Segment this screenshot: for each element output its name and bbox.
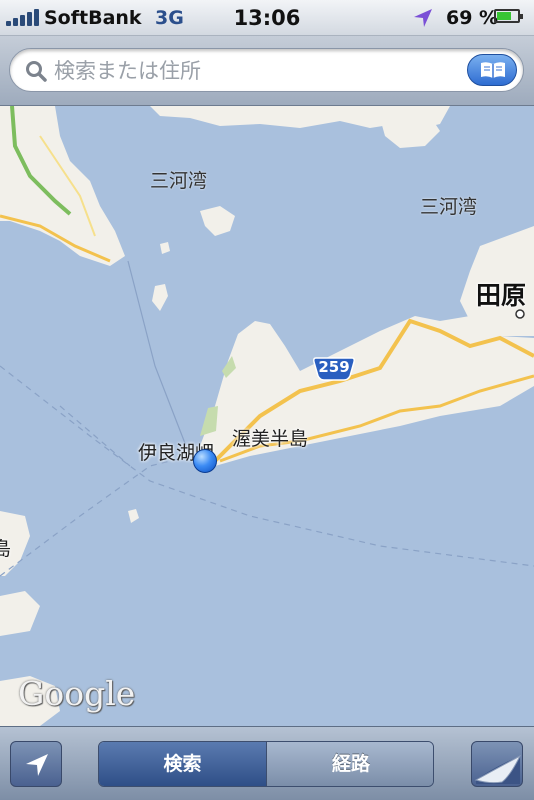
search-icon [26,61,47,82]
mode-segmented-control: 検索 経路 [98,741,434,787]
label-peninsula: 渥美半島 [232,428,309,450]
map-view[interactable]: 三河湾 三河湾 田原 渥美半島 伊良湖岬 島 259 Google [0,106,534,726]
label-city: 田原 [476,281,527,310]
location-arrow-icon [414,9,432,27]
bottom-toolbar: 検索 経路 [0,726,534,800]
search-field[interactable] [9,48,524,92]
search-input[interactable] [54,56,454,86]
route-number: 259 [318,358,350,376]
locate-button[interactable] [10,741,62,787]
segment-directions[interactable]: 経路 [267,742,433,786]
label-bay-1: 三河湾 [150,170,208,192]
battery-icon [494,9,523,23]
page-curl-icon [474,754,522,784]
bookmarks-icon [481,62,505,78]
status-bar: SoftBank 3G 13:06 69 % [0,0,534,36]
label-island: 島 [0,538,12,560]
google-logo: Google [18,674,136,713]
page-curl-button[interactable] [471,741,523,787]
search-bar [0,36,534,106]
label-bay-2: 三河湾 [420,196,478,218]
battery-percent: 69 % [446,7,499,29]
segment-search[interactable]: 検索 [99,742,267,786]
route-shield: 259 [312,356,356,382]
user-location-dot[interactable] [193,449,217,473]
city-marker-icon [515,309,525,319]
bookmarks-button[interactable] [467,54,517,86]
locate-icon [26,754,48,776]
